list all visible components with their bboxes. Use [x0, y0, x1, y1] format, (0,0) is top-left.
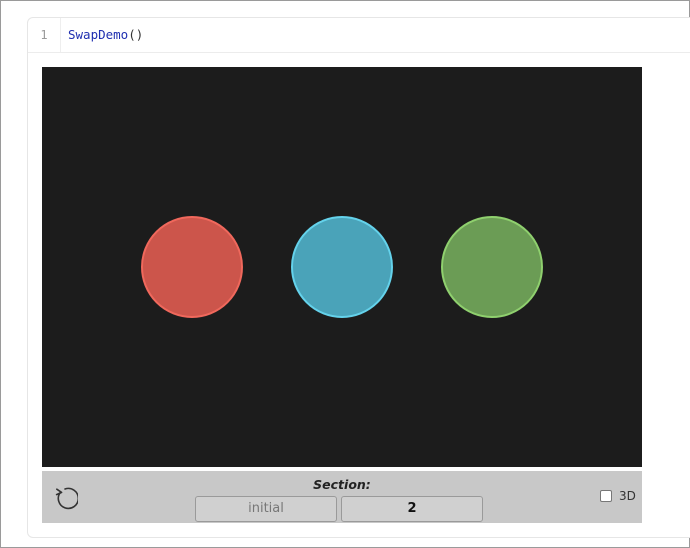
- animation-output: Section: initial 2 3D: [42, 67, 642, 523]
- toggle-3d-label: 3D: [619, 489, 636, 503]
- green-circle: [441, 216, 543, 318]
- section-label: Section:: [313, 477, 371, 492]
- code-text[interactable]: SwapDemo(): [68, 18, 143, 52]
- page-frame: 1 SwapDemo() Section: initial 2 3D: [0, 0, 690, 548]
- section-selector: initial 2: [195, 496, 487, 523]
- notebook-cell: 1 SwapDemo() Section: initial 2 3D: [27, 17, 690, 538]
- blue-circle: [291, 216, 393, 318]
- checkbox-3d[interactable]: [600, 490, 612, 502]
- code-input[interactable]: 1 SwapDemo(): [28, 18, 690, 53]
- section-button-2[interactable]: 2: [341, 496, 483, 522]
- code-arguments: (): [128, 27, 144, 42]
- section-button-initial[interactable]: initial: [195, 496, 337, 522]
- playback-controls: Section: initial 2 3D: [42, 471, 642, 523]
- animation-canvas: [42, 67, 642, 467]
- code-function-name: SwapDemo: [68, 27, 129, 42]
- red-circle: [141, 216, 243, 318]
- line-number: 1: [28, 18, 61, 52]
